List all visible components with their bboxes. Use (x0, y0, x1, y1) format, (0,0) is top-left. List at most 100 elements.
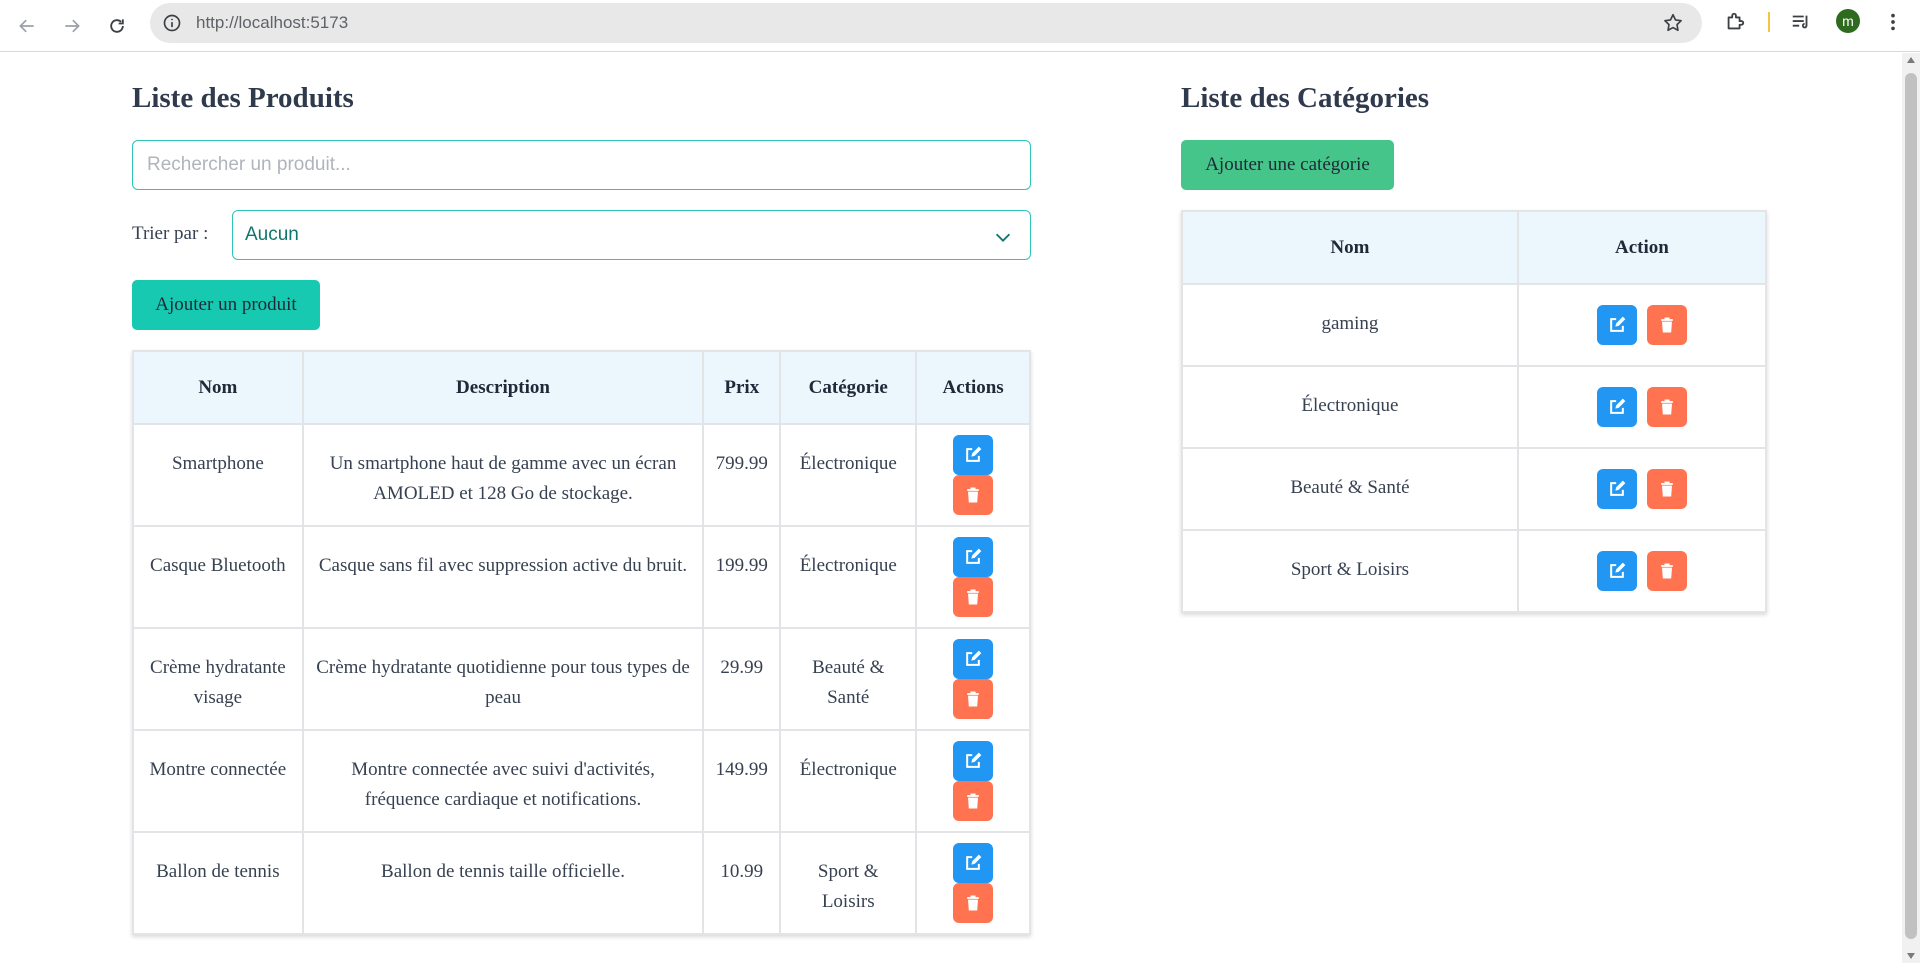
categories-table: Nom Action gaming Électronique Beauté & … (1181, 210, 1768, 613)
edit-button[interactable] (953, 638, 994, 679)
sort-select[interactable]: Aucun (232, 210, 1031, 260)
column-header-action: Action (1516, 210, 1768, 285)
products-title: Liste des Produits (132, 82, 354, 114)
product-actions (915, 423, 1031, 527)
product-category: Beauté & Santé (779, 627, 918, 731)
media-control-icon[interactable] (1790, 11, 1812, 33)
toolbar-separator (1768, 12, 1770, 32)
trash-icon (1661, 399, 1673, 414)
trash-icon (1661, 481, 1673, 496)
product-price: 29.99 (702, 627, 782, 731)
sort-select-value: Aucun (245, 224, 299, 245)
sort-label: Trier par : (132, 223, 209, 244)
edit-icon (1610, 480, 1626, 496)
category-actions (1516, 447, 1768, 531)
address-bar[interactable]: http://localhost:5173 (150, 3, 1702, 43)
product-actions (915, 627, 1031, 731)
menu-kebab-icon[interactable] (1882, 11, 1904, 33)
table-row: Montre connectée Montre connectée avec s… (132, 729, 1031, 833)
table-row: Crème hydratante visage Crème hydratante… (132, 627, 1031, 731)
product-price: 199.99 (702, 525, 782, 629)
category-actions (1516, 529, 1768, 613)
edit-icon (1610, 562, 1626, 578)
product-actions (915, 831, 1031, 935)
product-actions (915, 729, 1031, 833)
edit-icon (966, 752, 982, 768)
column-header-description: Description (301, 350, 705, 425)
delete-button[interactable] (1646, 550, 1687, 591)
edit-button[interactable] (953, 536, 994, 577)
edit-button[interactable] (1596, 304, 1637, 345)
delete-button[interactable] (1646, 386, 1687, 427)
trash-icon (967, 691, 979, 706)
delete-button[interactable] (953, 780, 994, 821)
category-name: Sport & Loisirs (1181, 529, 1519, 613)
edit-icon (966, 548, 982, 564)
category-name: Beauté & Santé (1181, 447, 1519, 531)
trash-icon (1661, 317, 1673, 332)
scrollbar-thumb[interactable] (1905, 73, 1917, 939)
page-scrollbar[interactable] (1902, 53, 1920, 963)
delete-button[interactable] (953, 882, 994, 923)
delete-button[interactable] (1646, 468, 1687, 509)
site-info-icon[interactable] (162, 13, 182, 33)
edit-icon (1610, 398, 1626, 414)
trash-icon (967, 589, 979, 604)
delete-button[interactable] (953, 474, 994, 515)
trash-icon (967, 487, 979, 502)
product-description: Casque sans fil avec suppression active … (301, 525, 705, 629)
forward-button[interactable] (55, 9, 89, 43)
arrow-right-icon (65, 19, 80, 33)
trash-icon (967, 895, 979, 910)
product-name: Smartphone (132, 423, 304, 527)
url-text[interactable]: http://localhost:5173 (196, 13, 348, 33)
back-button[interactable] (10, 9, 44, 43)
edit-icon (966, 854, 982, 870)
scroll-up-arrow-icon[interactable] (1907, 57, 1915, 63)
edit-icon (966, 446, 982, 462)
column-header-name: Nom (132, 350, 304, 425)
product-category: Électronique (779, 423, 918, 527)
delete-button[interactable] (1646, 304, 1687, 345)
product-category: Électronique (779, 729, 918, 833)
categories-title: Liste des Catégories (1181, 82, 1430, 114)
avatar[interactable]: m (1836, 9, 1860, 33)
table-row: Smartphone Un smartphone haut de gamme a… (132, 423, 1031, 527)
chevron-down-icon (995, 233, 1011, 242)
category-actions (1516, 283, 1768, 367)
edit-button[interactable] (953, 434, 994, 475)
product-name: Ballon de tennis (132, 831, 304, 935)
edit-button[interactable] (1596, 386, 1637, 427)
product-actions (915, 525, 1031, 629)
product-description: Un smartphone haut de gamme avec un écra… (301, 423, 705, 527)
products-table: Nom Description Prix Catégorie Actions S… (132, 350, 1031, 935)
edit-button[interactable] (1596, 468, 1637, 509)
reload-button[interactable] (100, 9, 134, 43)
search-input[interactable] (132, 140, 1031, 190)
delete-button[interactable] (953, 576, 994, 617)
product-description: Ballon de tennis taille officielle. (301, 831, 705, 935)
table-header-row: Nom Action (1181, 210, 1768, 285)
category-actions (1516, 365, 1768, 449)
trash-icon (967, 793, 979, 808)
product-price: 10.99 (702, 831, 782, 935)
edit-icon (1610, 316, 1626, 332)
table-row: Électronique (1181, 365, 1768, 449)
product-category: Électronique (779, 525, 918, 629)
product-description: Montre connectée avec suivi d'activités,… (301, 729, 705, 833)
scroll-down-arrow-icon[interactable] (1907, 953, 1915, 959)
column-header-name: Nom (1181, 210, 1519, 285)
arrow-left-icon (19, 19, 34, 33)
bookmark-star-icon[interactable] (1662, 12, 1684, 34)
add-product-button[interactable]: Ajouter un produit (132, 280, 320, 330)
delete-button[interactable] (953, 678, 994, 719)
add-category-button[interactable]: Ajouter une catégorie (1181, 140, 1394, 190)
product-name: Casque Bluetooth (132, 525, 304, 629)
product-category: Sport & Loisirs (779, 831, 918, 935)
extensions-icon[interactable] (1724, 11, 1746, 33)
edit-button[interactable] (953, 842, 994, 883)
product-name: Crème hydratante visage (132, 627, 304, 731)
edit-button[interactable] (953, 740, 994, 781)
edit-button[interactable] (1596, 550, 1637, 591)
product-price: 799.99 (702, 423, 782, 527)
